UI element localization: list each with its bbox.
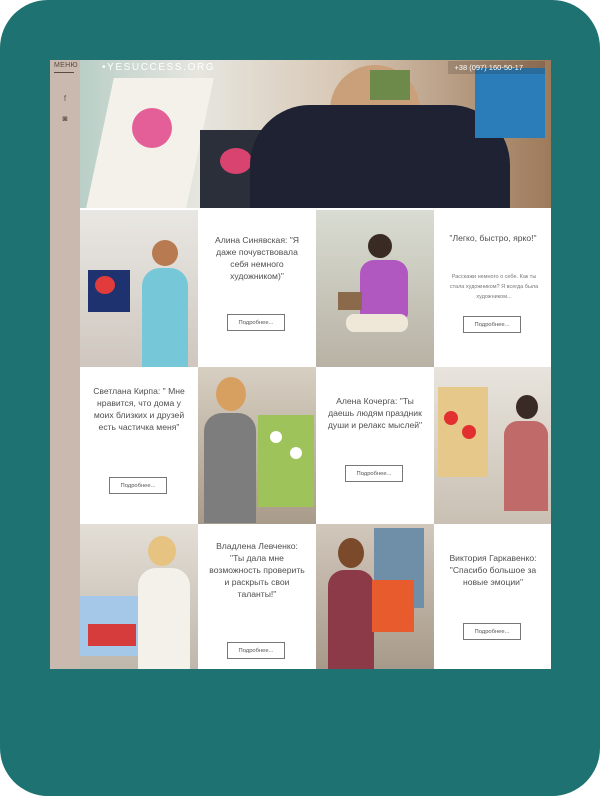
testimonial-card-4: Алена Кочерга: "Ты даешь людям праздник … (316, 367, 434, 524)
rose-shape (220, 148, 252, 174)
daisy-shape (270, 431, 282, 443)
menu-button[interactable]: МЕНЮ (54, 62, 78, 69)
testimonial-card-6: Виктория Гаркавенко: "Спасибо большое за… (434, 524, 551, 669)
person-body-shape (504, 421, 548, 511)
testimonial-quote: Алина Синявская: "Я даже почувствовала с… (214, 235, 300, 281)
facebook-icon[interactable]: f (59, 94, 71, 104)
canvas-shape (338, 292, 362, 310)
person-body-shape (138, 568, 190, 669)
testimonial-card-1: Алина Синявская: "Я даже почувствовала с… (198, 210, 316, 367)
person-legs-shape (346, 314, 408, 332)
testimonial-card-2: "Легко, быстро, ярко!" Расскажи немного … (434, 210, 551, 367)
person-head-shape (216, 377, 246, 411)
testimonial-photo-6 (316, 524, 434, 669)
green-painting-shape (370, 70, 410, 100)
testimonial-quote: Виктория Гаркавенко: "Спасибо большое за… (449, 553, 537, 587)
more-button[interactable]: Подробнее... (227, 314, 285, 331)
pink-paint-shape (132, 108, 172, 148)
person-head-shape (516, 395, 538, 419)
hero-banner: •YESUCCESS.ORG +38 (097) 160-50-17 (80, 60, 551, 208)
more-button[interactable]: Подробнее... (463, 623, 521, 640)
person-body-shape (360, 260, 408, 318)
more-button[interactable]: Подробнее... (227, 642, 285, 659)
sweater-shape (250, 105, 510, 208)
testimonial-quote: Светлана Кирпа: " Мне нравится, что дома… (93, 386, 185, 432)
person-body-shape (328, 570, 374, 669)
more-button[interactable]: Подробнее... (109, 477, 167, 494)
testimonial-photo-5 (80, 524, 198, 669)
person-body-shape (204, 413, 256, 523)
poppy-shape (462, 425, 476, 439)
phone-number[interactable]: +38 (097) 160-50-17 (448, 61, 545, 74)
testimonial-photo-4 (434, 367, 551, 524)
menu-underline (54, 72, 74, 73)
testimonial-photo-3 (198, 367, 316, 524)
testimonial-photo-1 (80, 210, 198, 367)
testimonial-subtext: Расскажи немного о себе. Как ты стала ху… (449, 274, 539, 300)
site-logo[interactable]: •YESUCCESS.ORG (102, 62, 215, 73)
poppy-field-shape (88, 624, 136, 646)
more-button[interactable]: Подробнее... (345, 465, 403, 482)
testimonial-card-3: Светлана Кирпа: " Мне нравится, что дома… (80, 367, 198, 524)
daisy-painting-shape (258, 415, 314, 507)
person-head-shape (152, 240, 178, 266)
more-button[interactable]: Подробнее... (463, 316, 521, 333)
blue-painting-shape (475, 68, 545, 138)
painting-detail-shape (95, 276, 115, 294)
side-rail: МЕНЮ f ◙ (50, 60, 80, 669)
poppy-shape (444, 411, 458, 425)
testimonial-quote: "Легко, быстро, ярко!" (449, 233, 537, 243)
instagram-icon[interactable]: ◙ (59, 114, 71, 124)
daisy-shape (290, 447, 302, 459)
person-head-shape (148, 536, 176, 566)
testimonial-quote: Владлена Левченко: "Ты дала мне возможно… (209, 541, 305, 599)
person-body-shape (142, 268, 188, 367)
testimonial-card-5: Владлена Левченко: "Ты дала мне возможно… (198, 524, 316, 669)
tablet-frame: МЕНЮ f ◙ •YESUCCESS.ORG +38 (097) 160-50… (0, 0, 600, 796)
testimonial-quote: Алена Кочерга: "Ты даешь людям праздник … (327, 396, 423, 430)
web-page: МЕНЮ f ◙ •YESUCCESS.ORG +38 (097) 160-50… (50, 60, 551, 669)
canvas-shape (372, 580, 414, 632)
testimonial-photo-2 (316, 210, 434, 367)
person-head-shape (338, 538, 364, 568)
person-head-shape (368, 234, 392, 258)
